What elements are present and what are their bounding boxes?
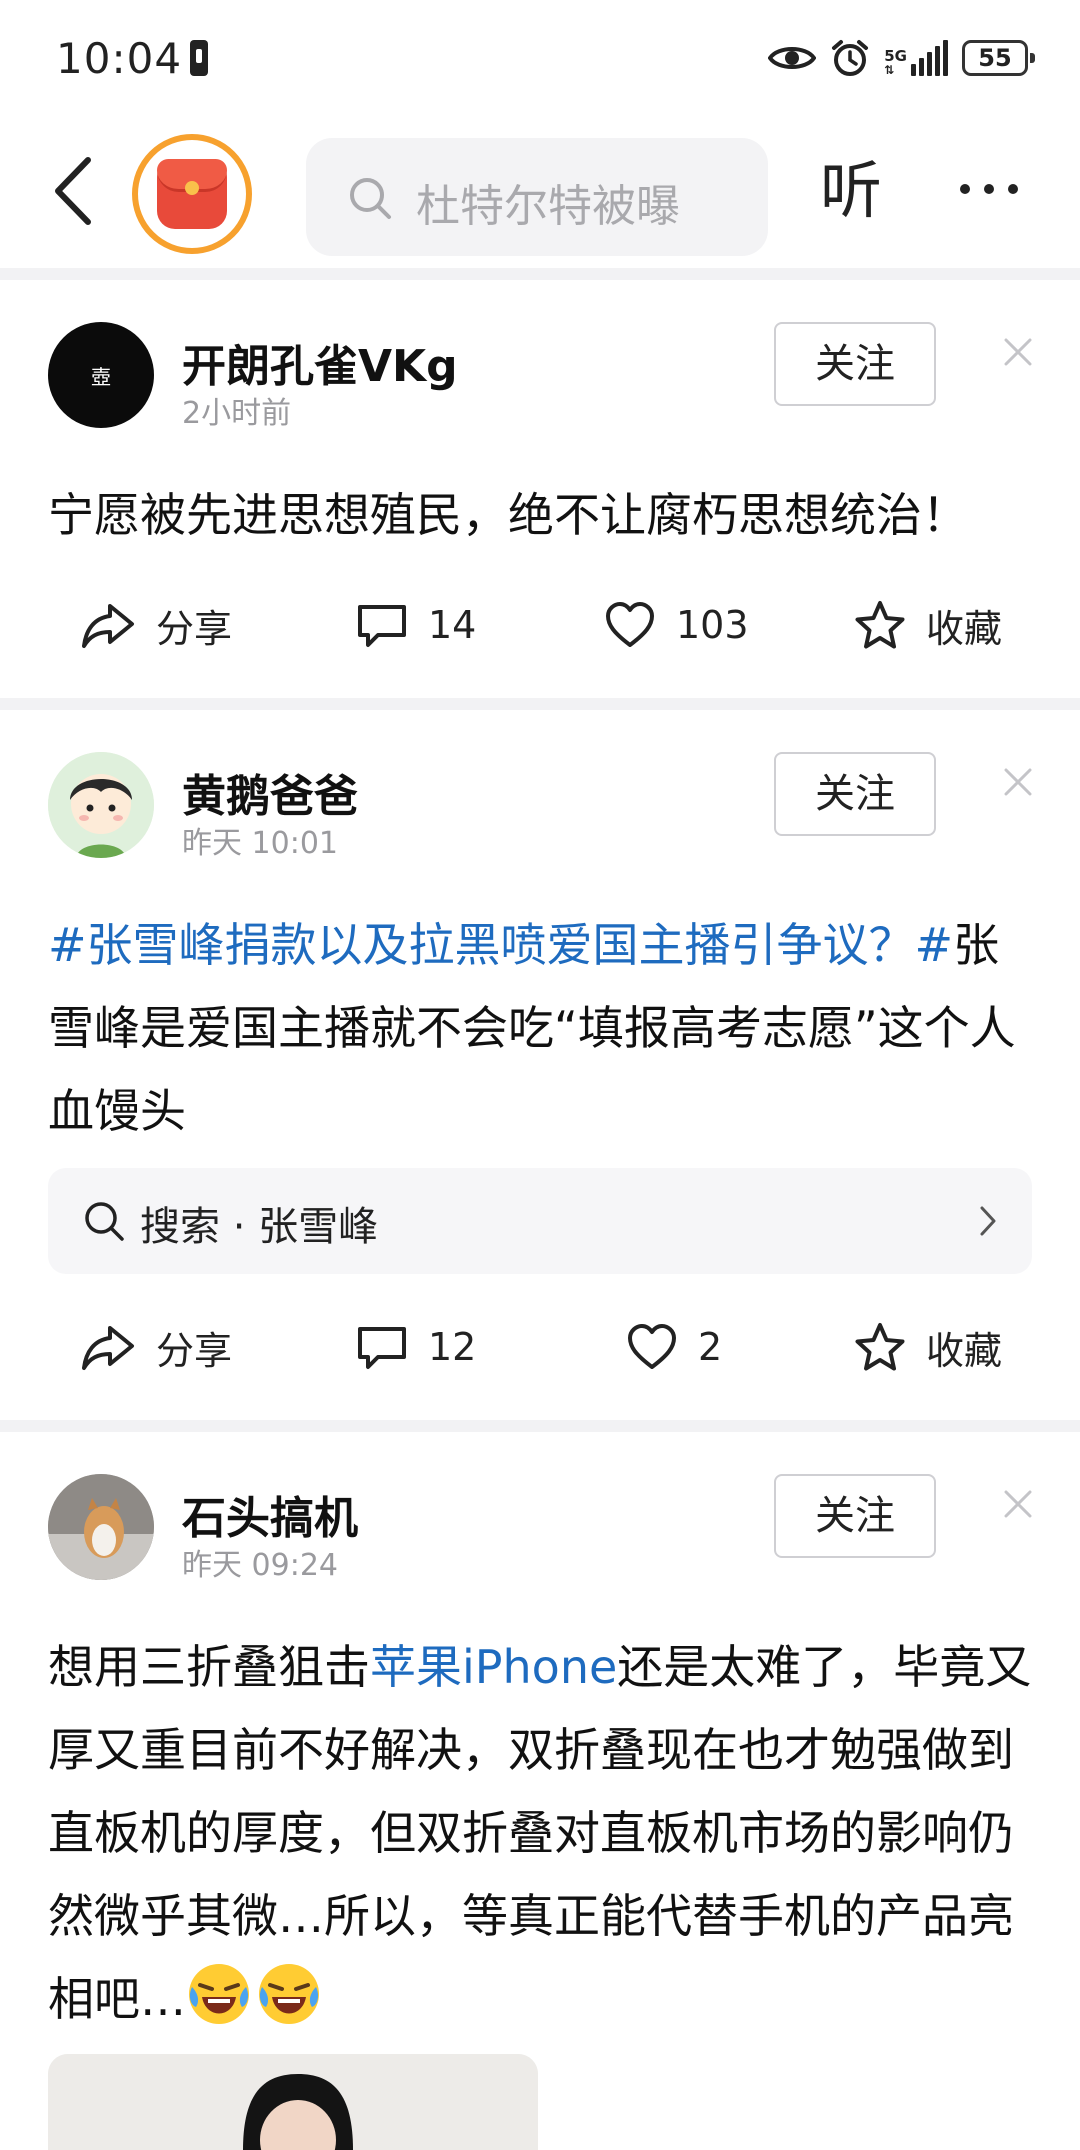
chevron-left-icon bbox=[55, 157, 91, 225]
favorite-button[interactable]: 收藏 bbox=[854, 1307, 1002, 1387]
top-nav: 杜特尔特被曝 听 bbox=[0, 118, 1080, 268]
favorite-label: 收藏 bbox=[926, 606, 1003, 651]
like-count: 103 bbox=[676, 603, 749, 647]
divider bbox=[0, 1420, 1080, 1432]
post-text: 想用三折叠狙击苹果iPhone还是太难了，毕竟又厚又重目前不好解决，双折叠现在也… bbox=[48, 1626, 1038, 2041]
post-text: 宁愿被先进思想殖民，绝不让腐朽思想统治！ bbox=[48, 488, 968, 542]
follow-button[interactable]: 关注 bbox=[774, 1474, 936, 1558]
follow-button[interactable]: 关注 bbox=[774, 752, 936, 836]
post-text-start: 想用三折叠狙击 bbox=[48, 1640, 370, 1694]
avatar-image bbox=[48, 752, 154, 858]
share-button[interactable]: 分享 bbox=[80, 1307, 232, 1387]
comment-icon bbox=[358, 605, 406, 647]
comment-count: 14 bbox=[428, 603, 477, 647]
avatar[interactable] bbox=[48, 752, 154, 858]
search-input[interactable]: 杜特尔特被曝 bbox=[306, 138, 768, 256]
signal-5g: 5G ⇅ bbox=[884, 40, 948, 76]
battery-icon: 55 bbox=[962, 40, 1035, 76]
comment-button[interactable]: 14 bbox=[356, 585, 476, 665]
laugh-cry-emoji-icon bbox=[259, 1964, 319, 2024]
search-placeholder: 杜特尔特被曝 bbox=[416, 181, 680, 232]
battery-saver-icon bbox=[190, 40, 208, 76]
favorite-label: 收藏 bbox=[926, 1328, 1003, 1373]
username[interactable]: 石头搞机 bbox=[182, 1482, 358, 1546]
status-bar: 10:04 5G ⇅ 55 bbox=[0, 0, 1080, 118]
share-label: 分享 bbox=[156, 606, 233, 651]
divider bbox=[0, 268, 1080, 280]
status-time: 10:04 bbox=[56, 34, 183, 83]
like-button[interactable]: 2 bbox=[626, 1307, 722, 1387]
post-card: 石头搞机 昨天 09:24 关注 想用三折叠狙击苹果iPhone还是太难了，毕竟… bbox=[0, 1432, 1080, 2150]
search-chip[interactable]: 搜索 · 张雪峰 bbox=[48, 1168, 1032, 1274]
post-image[interactable] bbox=[48, 2054, 538, 2150]
username[interactable]: 开朗孔雀VKg bbox=[182, 330, 458, 394]
search-icon bbox=[85, 1202, 124, 1241]
search-icon bbox=[350, 178, 391, 219]
network-type: 5G bbox=[884, 47, 907, 65]
topic-link[interactable]: 苹果iPhone bbox=[370, 1640, 617, 1694]
username[interactable]: 黄鹅爸爸 bbox=[182, 760, 358, 824]
post-card: 壺 开朗孔雀VKg 2小时前 关注 宁愿被先进思想殖民，绝不让腐朽思想统治！ 分… bbox=[0, 280, 1080, 700]
listen-button[interactable]: 听 bbox=[820, 140, 882, 230]
star-icon bbox=[855, 601, 905, 649]
star-icon bbox=[855, 1323, 905, 1371]
avatar[interactable] bbox=[48, 1474, 154, 1580]
signal-bars-icon bbox=[911, 40, 948, 76]
heart-icon bbox=[606, 602, 654, 647]
favorite-button[interactable]: 收藏 bbox=[854, 585, 1002, 665]
post-time: 2小时前 bbox=[182, 396, 292, 431]
post-image-content bbox=[48, 2054, 538, 2150]
heart-icon bbox=[628, 1324, 676, 1369]
avatar-text: 壺 bbox=[91, 364, 111, 389]
comment-icon bbox=[358, 1327, 406, 1369]
share-button[interactable]: 分享 bbox=[80, 585, 232, 665]
share-label: 分享 bbox=[156, 1328, 233, 1373]
comment-count: 12 bbox=[428, 1325, 477, 1369]
eye-icon bbox=[768, 47, 817, 69]
post-actions: 分享 14 103 收藏 bbox=[0, 585, 1080, 665]
share-icon bbox=[82, 1326, 134, 1370]
post-actions: 分享 12 2 收藏 bbox=[0, 1307, 1080, 1387]
hashtag-link[interactable]: #张雪峰捐款以及拉黑喷爱国主播引争议？# bbox=[48, 918, 953, 972]
avatar-image bbox=[48, 1474, 154, 1580]
status-icons: 5G ⇅ 55 bbox=[768, 36, 1035, 80]
close-icon[interactable] bbox=[998, 1484, 1038, 1524]
search-chip-label: 搜索 · 张雪峰 bbox=[140, 1204, 379, 1250]
divider bbox=[0, 698, 1080, 710]
post-time: 昨天 10:01 bbox=[182, 826, 338, 861]
alarm-icon bbox=[832, 40, 869, 76]
red-packet-icon[interactable] bbox=[132, 134, 252, 254]
laugh-cry-emoji-icon bbox=[189, 1964, 249, 2024]
follow-button[interactable]: 关注 bbox=[774, 322, 936, 406]
share-icon bbox=[82, 604, 134, 648]
back-button[interactable] bbox=[44, 146, 104, 236]
avatar[interactable]: 壺 bbox=[48, 322, 154, 428]
comment-button[interactable]: 12 bbox=[356, 1307, 476, 1387]
like-button[interactable]: 103 bbox=[604, 585, 749, 665]
post-text: #张雪峰捐款以及拉黑喷爱国主播引争议？#张雪峰是爱国主播就不会吃“填报高考志愿”… bbox=[48, 904, 1038, 1153]
close-icon[interactable] bbox=[998, 762, 1038, 802]
post-time: 昨天 09:24 bbox=[182, 1548, 338, 1583]
more-options-icon[interactable] bbox=[960, 174, 1030, 204]
chevron-right-icon bbox=[980, 1206, 996, 1236]
like-count: 2 bbox=[698, 1325, 723, 1369]
close-icon[interactable] bbox=[998, 332, 1038, 372]
post-card: 黄鹅爸爸 昨天 10:01 关注 #张雪峰捐款以及拉黑喷爱国主播引争议？#张雪峰… bbox=[0, 710, 1080, 1420]
